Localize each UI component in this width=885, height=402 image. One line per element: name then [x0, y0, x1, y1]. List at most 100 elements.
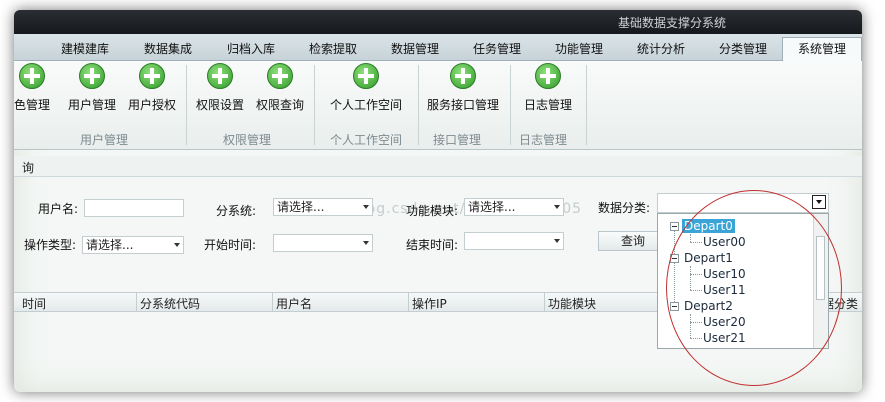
column-header-operation-ip[interactable]: 操作IP	[412, 295, 447, 312]
add-circle-icon	[267, 63, 293, 89]
group-label-log-management: 日志管理	[518, 133, 567, 147]
tab-archive[interactable]: 归档入库	[212, 39, 290, 59]
group-divider	[586, 65, 587, 145]
tab-data-management[interactable]: 数据管理	[376, 39, 454, 59]
column-header-module[interactable]: 功能模块	[548, 295, 596, 312]
title-bar: 基础数据支撑分系统	[14, 10, 862, 34]
button-label: 用户管理	[67, 98, 116, 112]
query-section-header: 询	[14, 156, 862, 177]
tree-node-user21[interactable]: User21	[703, 331, 746, 345]
group-divider	[314, 65, 315, 145]
tree-node-depart0[interactable]: Depart0	[682, 219, 735, 233]
module-select[interactable]: 请选择...	[464, 198, 564, 216]
tab-data-integration[interactable]: 数据集成	[129, 39, 207, 59]
group-divider	[510, 65, 511, 145]
collapse-toggle-icon[interactable]	[670, 254, 679, 263]
column-divider	[408, 293, 409, 311]
operation-type-select[interactable]: 请选择...	[82, 236, 184, 254]
column-header-time[interactable]: 时间	[22, 295, 46, 312]
personal-workspace-button[interactable]: 个人工作空间	[324, 61, 408, 113]
user-management-button[interactable]: 用户管理	[60, 61, 124, 113]
group-divider	[418, 65, 419, 145]
category-tree-dropdown[interactable]: Depart0 User00 Depart1 User10 User11 Dep…	[657, 213, 829, 349]
add-circle-icon	[207, 63, 233, 89]
tree-connector	[690, 242, 702, 243]
subsystem-label: 分系统:	[216, 204, 257, 218]
column-divider	[272, 293, 273, 311]
tree-node-depart2[interactable]: Depart2	[684, 299, 733, 313]
group-label-user-management: 用户管理	[79, 133, 128, 147]
button-label: 日志管理	[523, 98, 572, 112]
section-title: 询	[22, 161, 35, 175]
column-header-subsystem-code[interactable]: 分系统代码	[140, 295, 200, 312]
log-management-button[interactable]: 日志管理	[516, 61, 580, 113]
add-circle-icon	[535, 63, 561, 89]
tree-connector	[690, 338, 702, 339]
collapse-toggle-icon[interactable]	[670, 222, 679, 231]
app-window: 基础数据支撑分系统 建模建库 数据集成 归档入库 检索提取 数据管理 任务管理 …	[14, 10, 862, 392]
tree-node-depart1[interactable]: Depart1	[684, 251, 733, 265]
operation-type-value: 请选择...	[86, 238, 134, 252]
tree-connector	[690, 314, 691, 338]
chevron-down-icon	[554, 239, 560, 243]
service-interface-button[interactable]: 服务接口管理	[420, 61, 506, 113]
start-time-picker[interactable]	[273, 234, 373, 252]
data-category-combobox[interactable]	[657, 193, 829, 213]
role-management-button[interactable]: 色管理	[14, 61, 64, 113]
tree-node-user10[interactable]: User10	[703, 267, 746, 281]
tab-function-management[interactable]: 功能管理	[540, 39, 618, 59]
chevron-down-icon	[363, 205, 369, 209]
add-circle-icon	[79, 63, 105, 89]
button-label: 个人工作空间	[329, 98, 402, 112]
chevron-down-icon	[554, 205, 560, 209]
add-circle-icon	[19, 63, 45, 89]
tree-connector	[690, 234, 691, 242]
button-label: 权限查询	[255, 98, 304, 112]
tree-node-user11[interactable]: User11	[703, 283, 746, 297]
column-header-username[interactable]: 用户名	[276, 295, 312, 312]
module-value: 请选择...	[468, 200, 516, 214]
tab-search[interactable]: 检索提取	[294, 39, 372, 59]
button-label: 用户授权	[127, 98, 176, 112]
subsystem-select[interactable]: 请选择...	[273, 198, 373, 216]
group-label-interface-management: 接口管理	[432, 133, 481, 147]
button-label: 权限设置	[195, 98, 244, 112]
tab-statistics[interactable]: 统计分析	[622, 39, 700, 59]
tab-task-management[interactable]: 任务管理	[458, 39, 536, 59]
user-authorization-button[interactable]: 用户授权	[120, 61, 184, 113]
tree-connector	[674, 226, 675, 308]
window-title: 基础数据支撑分系统	[618, 16, 727, 30]
add-circle-icon	[450, 63, 476, 89]
start-time-label: 开始时间:	[204, 238, 257, 252]
chevron-down-icon[interactable]	[812, 195, 826, 209]
button-label: 色管理	[14, 98, 50, 112]
ribbon: 色管理 用户管理 用户授权 权限设置 权限查询 个人工作空间 服务接口管理 日志…	[14, 61, 862, 150]
end-time-label: 结束时间:	[406, 238, 459, 252]
tab-category-management[interactable]: 分类管理	[704, 39, 782, 59]
button-label: 服务接口管理	[426, 98, 499, 112]
chevron-down-icon	[174, 243, 180, 247]
tree-scrollbar[interactable]	[813, 214, 828, 348]
column-divider	[544, 293, 545, 311]
operation-type-label: 操作类型:	[24, 238, 77, 252]
end-time-picker[interactable]	[464, 232, 564, 250]
add-circle-icon	[139, 63, 165, 89]
tab-system-management[interactable]: 系统管理	[782, 37, 862, 61]
username-label: 用户名:	[38, 202, 79, 216]
scrollbar-thumb[interactable]	[816, 236, 825, 300]
main-tab-bar: 建模建库 数据集成 归档入库 检索提取 数据管理 任务管理 功能管理 统计分析 …	[14, 34, 862, 61]
permission-query-button[interactable]: 权限查询	[248, 61, 312, 113]
tab-modeling[interactable]: 建模建库	[46, 39, 124, 59]
tree-connector	[690, 322, 702, 323]
username-input[interactable]	[84, 199, 184, 217]
group-label-personal-workspace: 个人工作空间	[329, 133, 402, 147]
subsystem-value: 请选择...	[277, 200, 325, 214]
group-divider	[186, 65, 187, 145]
column-divider	[136, 293, 137, 311]
tree-node-user00[interactable]: User00	[703, 235, 746, 249]
permission-settings-button[interactable]: 权限设置	[188, 61, 252, 113]
tree-node-user20[interactable]: User20	[703, 315, 746, 329]
chevron-down-icon	[363, 241, 369, 245]
collapse-toggle-icon[interactable]	[670, 302, 679, 311]
add-circle-icon	[353, 63, 379, 89]
